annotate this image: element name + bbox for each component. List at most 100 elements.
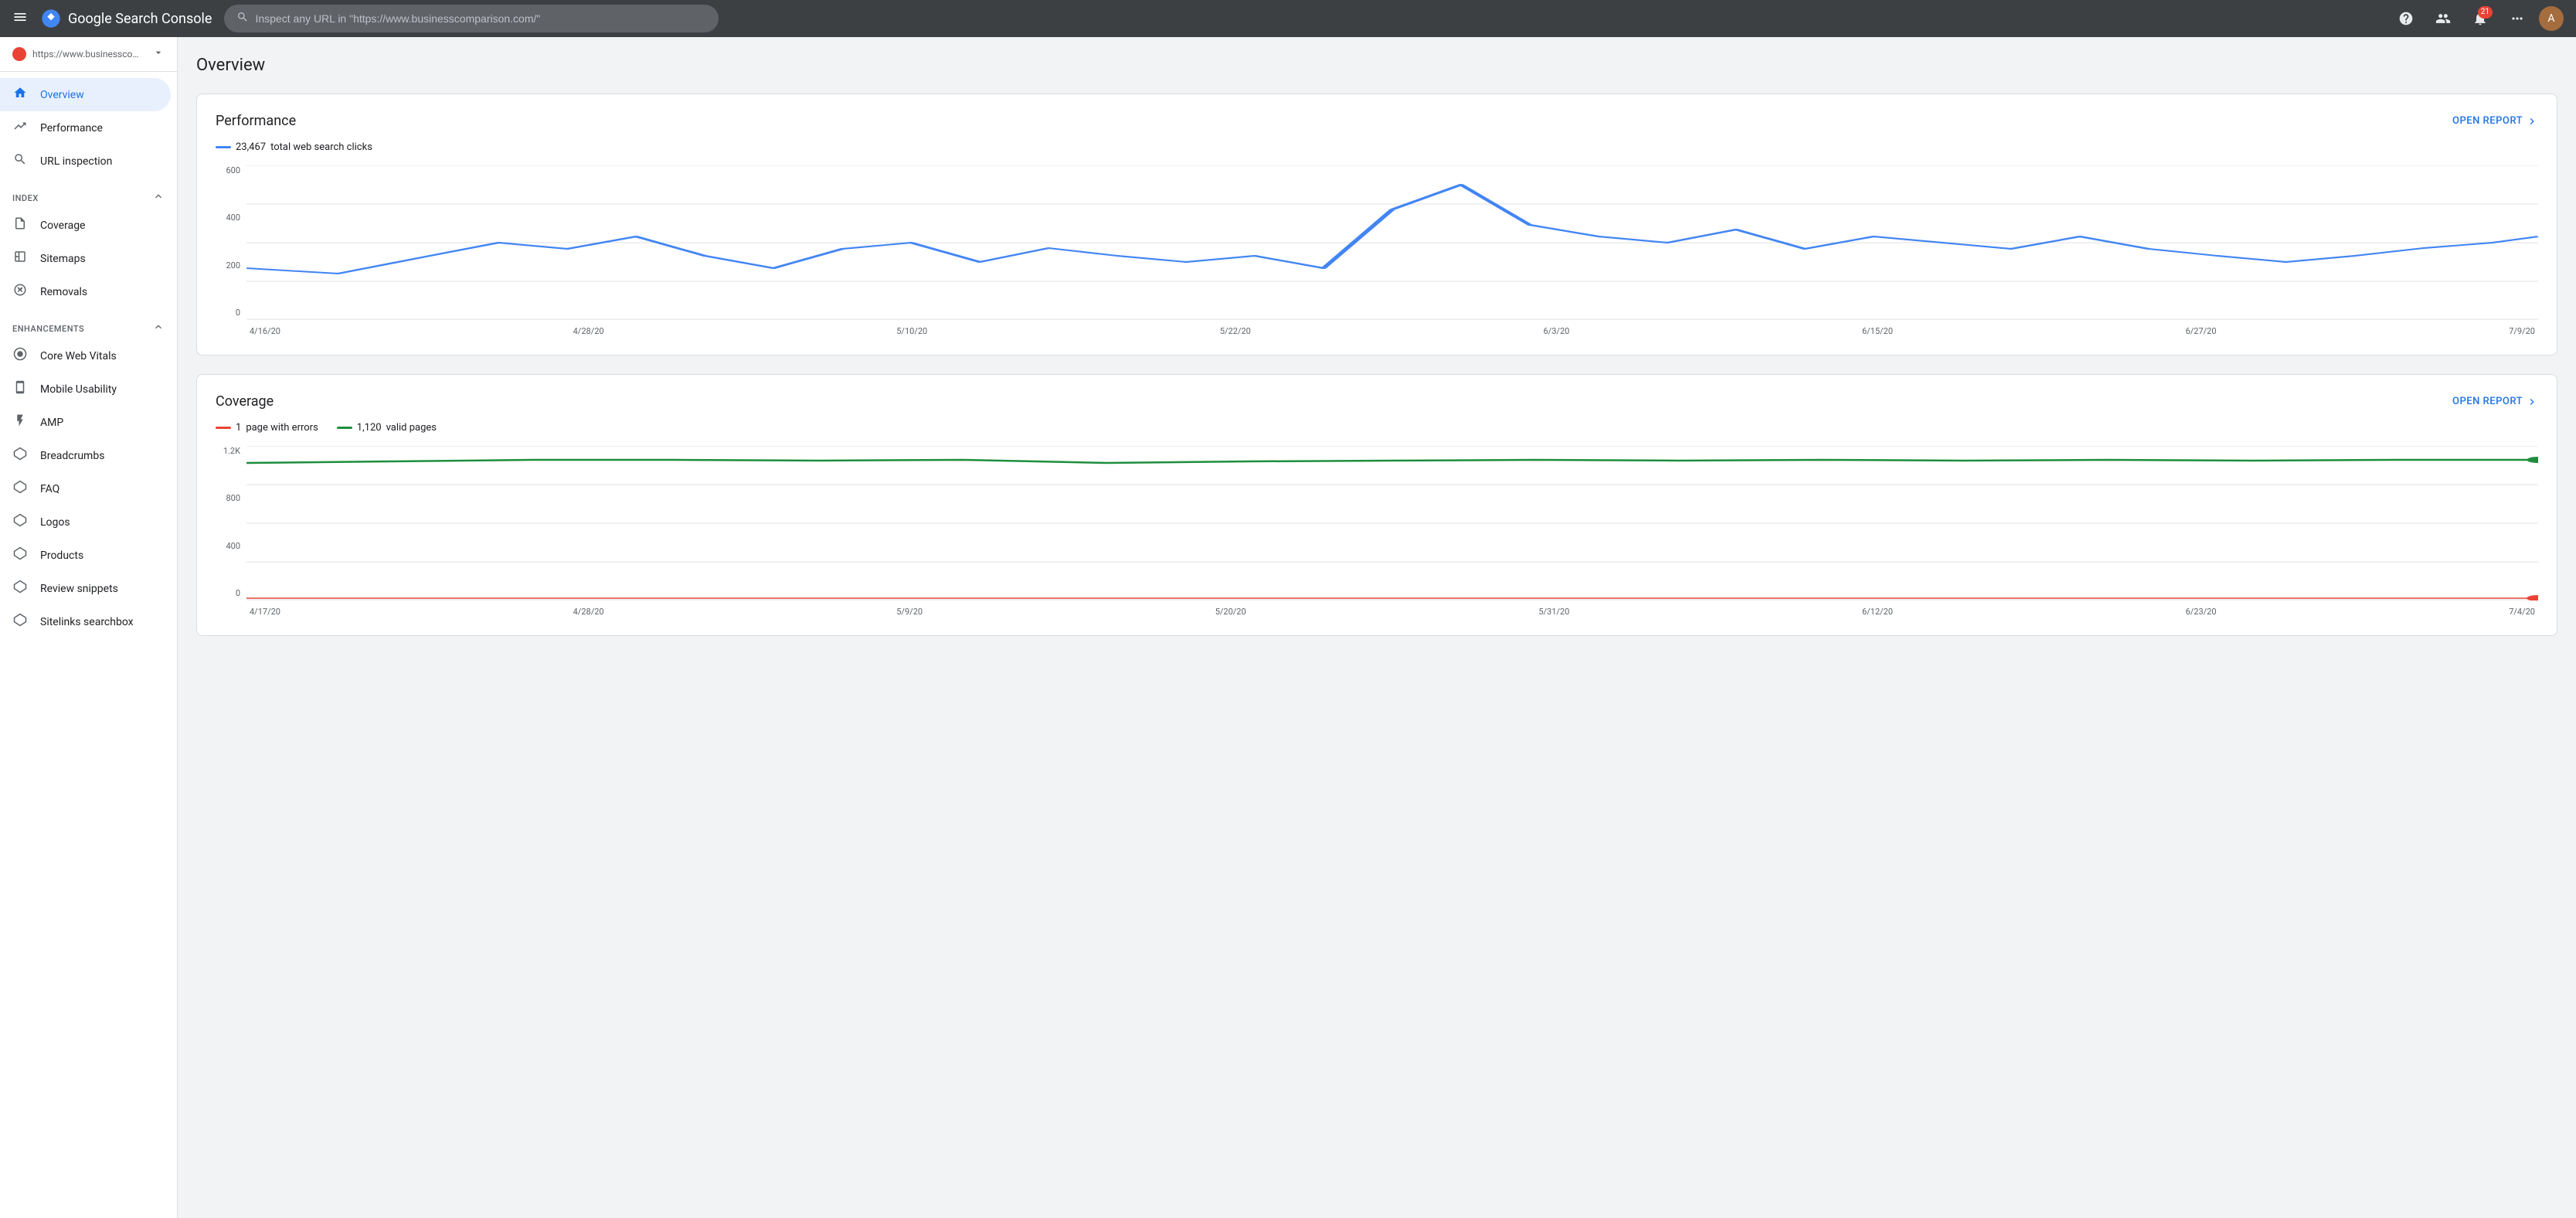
sidebar-item-coverage-label: Coverage <box>40 219 85 232</box>
products-icon <box>12 546 28 564</box>
sidebar-item-core-web-vitals[interactable]: Core Web Vitals <box>0 339 171 373</box>
performance-chart-svg <box>246 165 2538 320</box>
url-search-input[interactable] <box>255 12 706 25</box>
performance-y-axis: 600 400 200 0 <box>216 165 246 336</box>
url-inspection-icon <box>12 152 28 170</box>
apps-button[interactable] <box>2502 3 2533 34</box>
mobile-usability-icon <box>12 380 28 398</box>
search-icon <box>236 11 249 26</box>
y-axis-400: 400 <box>226 213 240 223</box>
performance-chart-area: 4/16/20 4/28/20 5/10/20 5/22/20 6/3/20 6… <box>246 165 2538 336</box>
performance-card-title: Performance <box>216 113 296 129</box>
home-icon <box>12 86 28 104</box>
coverage-y-axis: 1.2K 800 400 0 <box>216 446 246 617</box>
sidebar-item-review-snippets[interactable]: Review snippets <box>0 572 171 605</box>
coverage-icon <box>12 216 28 234</box>
sidebar-item-products[interactable]: Products <box>0 539 171 572</box>
sidebar-item-performance-label: Performance <box>40 122 103 134</box>
amp-icon <box>12 413 28 431</box>
avatar[interactable]: A <box>2539 6 2564 31</box>
cov-x-label-7: 7/4/20 <box>2509 607 2535 617</box>
enhancements-toggle-icon[interactable] <box>152 321 165 336</box>
coverage-legend: 1 page with errors 1,120 valid pages <box>216 422 2538 434</box>
sidebar-item-amp[interactable]: AMP <box>0 406 171 439</box>
cov-x-label-2: 5/9/20 <box>896 607 923 617</box>
coverage-legend-errors: 1 page with errors <box>216 422 318 434</box>
sidebar-item-logos[interactable]: Logos <box>0 505 171 539</box>
sidebar-item-url-inspection[interactable]: URL inspection <box>0 145 171 178</box>
logos-icon <box>12 513 28 531</box>
sidebar-item-sitelinks-searchbox[interactable]: Sitelinks searchbox <box>0 605 171 638</box>
x-label-3: 5/22/20 <box>1220 326 1251 336</box>
coverage-errors-label: page with errors <box>246 422 318 434</box>
faq-icon <box>12 480 28 498</box>
performance-card-header: Performance OPEN REPORT <box>216 113 2538 129</box>
y-axis-1k2: 1.2K <box>223 446 240 456</box>
sidebar-item-performance[interactable]: Performance <box>0 111 171 145</box>
sidebar-item-breadcrumbs-label: Breadcrumbs <box>40 450 104 462</box>
menu-icon[interactable] <box>12 9 28 29</box>
y-axis-800: 800 <box>226 493 240 503</box>
cov-x-label-1: 4/28/20 <box>573 607 604 617</box>
cov-x-label-4: 5/31/20 <box>1538 607 1569 617</box>
index-toggle-icon[interactable] <box>152 190 165 206</box>
cov-x-label-5: 6/12/20 <box>1862 607 1893 617</box>
removals-icon <box>12 283 28 301</box>
property-selector[interactable]: https://www.businesscomparison.com/ <box>0 37 177 72</box>
breadcrumbs-icon <box>12 447 28 464</box>
sidebar-item-faq[interactable]: FAQ <box>0 472 171 505</box>
app-title: Google Search Console <box>68 11 212 27</box>
review-snippets-icon <box>12 580 28 597</box>
coverage-legend-valid: 1,120 valid pages <box>337 422 437 434</box>
sidebar-item-sitelinks-searchbox-label: Sitelinks searchbox <box>40 616 134 628</box>
x-label-5: 6/15/20 <box>1862 326 1893 336</box>
sidebar-item-mobile-usability[interactable]: Mobile Usability <box>0 373 171 406</box>
x-label-6: 6/27/20 <box>2186 326 2217 336</box>
coverage-open-report-link[interactable]: OPEN REPORT <box>2452 396 2538 408</box>
help-button[interactable] <box>2391 3 2421 34</box>
coverage-valid-label: valid pages <box>386 422 437 434</box>
sidebar-item-overview-label: Overview <box>40 89 84 101</box>
y-axis-600: 600 <box>226 165 240 175</box>
x-label-1: 4/28/20 <box>573 326 604 336</box>
sidebar-item-coverage[interactable]: Coverage <box>0 209 171 242</box>
cov-x-label-3: 5/20/20 <box>1215 607 1246 617</box>
y-axis-0: 0 <box>236 588 240 598</box>
performance-icon <box>12 119 28 137</box>
sidebar-item-sitemaps[interactable]: Sitemaps <box>0 242 171 275</box>
account-button[interactable] <box>2428 3 2459 34</box>
y-axis-0: 0 <box>236 308 240 318</box>
sidebar-item-removals[interactable]: Removals <box>0 275 171 308</box>
performance-clicks-count: 23,467 <box>236 141 266 153</box>
x-label-2: 5/10/20 <box>896 326 927 336</box>
sidebar-item-url-inspection-label: URL inspection <box>40 155 112 168</box>
coverage-chart-area: 4/17/20 4/28/20 5/9/20 5/20/20 5/31/20 6… <box>246 446 2538 617</box>
performance-x-axis: 4/16/20 4/28/20 5/10/20 5/22/20 6/3/20 6… <box>246 326 2538 336</box>
performance-open-report-link[interactable]: OPEN REPORT <box>2452 115 2538 128</box>
performance-open-report-label: OPEN REPORT <box>2452 115 2523 127</box>
cov-x-label-6: 6/23/20 <box>2186 607 2217 617</box>
sidebar-item-amp-label: AMP <box>40 417 63 429</box>
header-logo: Google Search Console <box>40 8 212 29</box>
performance-legend-line <box>216 146 231 148</box>
url-search-bar[interactable] <box>224 5 719 32</box>
sidebar-item-core-web-vitals-label: Core Web Vitals <box>40 350 117 362</box>
coverage-chart-wrapper: 1.2K 800 400 0 <box>216 446 2538 617</box>
notifications-button[interactable]: 21 <box>2465 3 2496 34</box>
sidebar-item-sitemaps-label: Sitemaps <box>40 253 86 265</box>
header: Google Search Console 21 A <box>0 0 2576 37</box>
coverage-x-axis: 4/17/20 4/28/20 5/9/20 5/20/20 5/31/20 6… <box>246 607 2538 617</box>
coverage-errors-count: 1 <box>236 422 241 434</box>
sidebar-item-faq-label: FAQ <box>40 483 59 495</box>
coverage-card-title: Coverage <box>216 393 274 410</box>
sitemaps-icon <box>12 250 28 267</box>
coverage-open-report-label: OPEN REPORT <box>2452 396 2523 407</box>
enhancements-section-header: Enhancements <box>0 308 177 339</box>
sidebar-item-products-label: Products <box>40 549 83 562</box>
coverage-valid-line <box>337 427 352 429</box>
x-label-0: 4/16/20 <box>250 326 280 336</box>
sidebar-item-overview[interactable]: Overview <box>0 78 171 111</box>
coverage-valid-count: 1,120 <box>357 422 382 434</box>
index-section-label: Index <box>12 193 39 203</box>
sidebar-item-breadcrumbs[interactable]: Breadcrumbs <box>0 439 171 472</box>
